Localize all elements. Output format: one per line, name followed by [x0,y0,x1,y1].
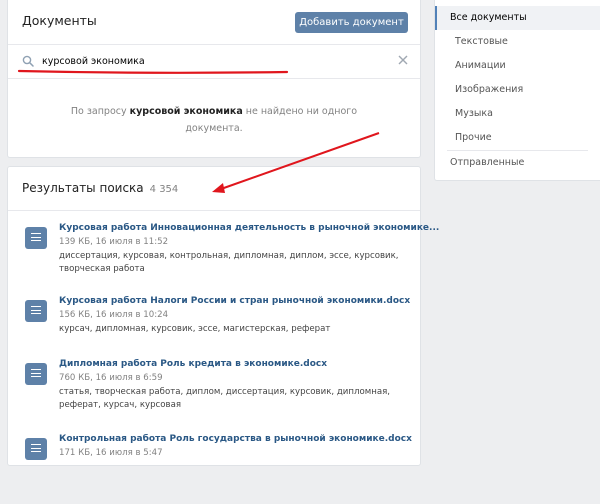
document-title[interactable]: Курсовая работа Инновационная деятельнос… [59,223,439,233]
documents-card: Документы Добавить документ По запросу к… [7,0,421,158]
add-document-button[interactable]: Добавить документ [295,12,408,33]
sidebar-item-images[interactable]: Изображения [435,78,600,102]
document-icon [25,227,47,249]
list-item[interactable]: Контрольная работа Роль государства в ры… [8,434,420,504]
sidebar-item-animations[interactable]: Анимации [435,54,600,78]
sidebar-item-music[interactable]: Музыка [435,102,600,126]
search-bar [8,45,420,79]
document-tags: статья, творческая работа, диплом, диссе… [59,387,391,410]
results-title: Результаты поиска 4 354 [22,181,179,195]
document-tags: курсач, дипломная, курсовик, эссе, магис… [59,324,331,334]
sidebar-item-other[interactable]: Прочие [435,126,600,150]
document-tags: диссертация, курсовая, контрольная, дипл… [59,251,399,274]
clear-icon[interactable] [398,55,408,65]
search-input[interactable] [42,52,372,70]
sidebar: Все документы Текстовые Анимации Изображ… [434,0,600,181]
document-title[interactable]: Дипломная работа Роль кредита в экономик… [59,359,327,369]
list-item[interactable]: Курсовая работа Инновационная деятельнос… [8,223,439,293]
search-results-card: Результаты поиска 4 354 Курсовая работа И… [7,166,439,466]
document-meta: 139 КБ, 16 июля в 11:52 [59,237,169,247]
results-header: Результаты поиска 4 354 [8,167,420,211]
sidebar-item-sent[interactable]: Отправленные [435,151,600,175]
query-text: курсовой экономика [129,106,243,117]
document-icon [25,300,47,322]
document-title[interactable]: Контрольная работа Роль государства в ры… [59,434,412,444]
document-icon [25,363,47,385]
list-item[interactable]: Дипломная работа Роль кредита в экономик… [8,359,420,429]
document-meta: 171 КБ, 16 июля в 5:47 [59,448,163,458]
document-icon [25,438,47,460]
search-icon [22,55,34,67]
document-meta: 156 КБ, 16 июля в 10:24 [59,310,169,320]
sidebar-item-all-documents[interactable]: Все документы [435,6,600,30]
documents-header: Документы Добавить документ [8,0,420,45]
results-count: 4 354 [149,184,179,195]
list-item[interactable]: Курсовая работа Налоги России и стран ры… [8,296,420,366]
no-results-message: По запросу курсовой экономика не найдено… [70,106,358,134]
document-meta: 760 КБ, 16 июля в 6:59 [59,373,163,383]
document-title[interactable]: Курсовая работа Налоги России и стран ры… [59,296,410,306]
sidebar-item-text[interactable]: Текстовые [435,30,600,54]
page-title: Документы [22,13,97,28]
